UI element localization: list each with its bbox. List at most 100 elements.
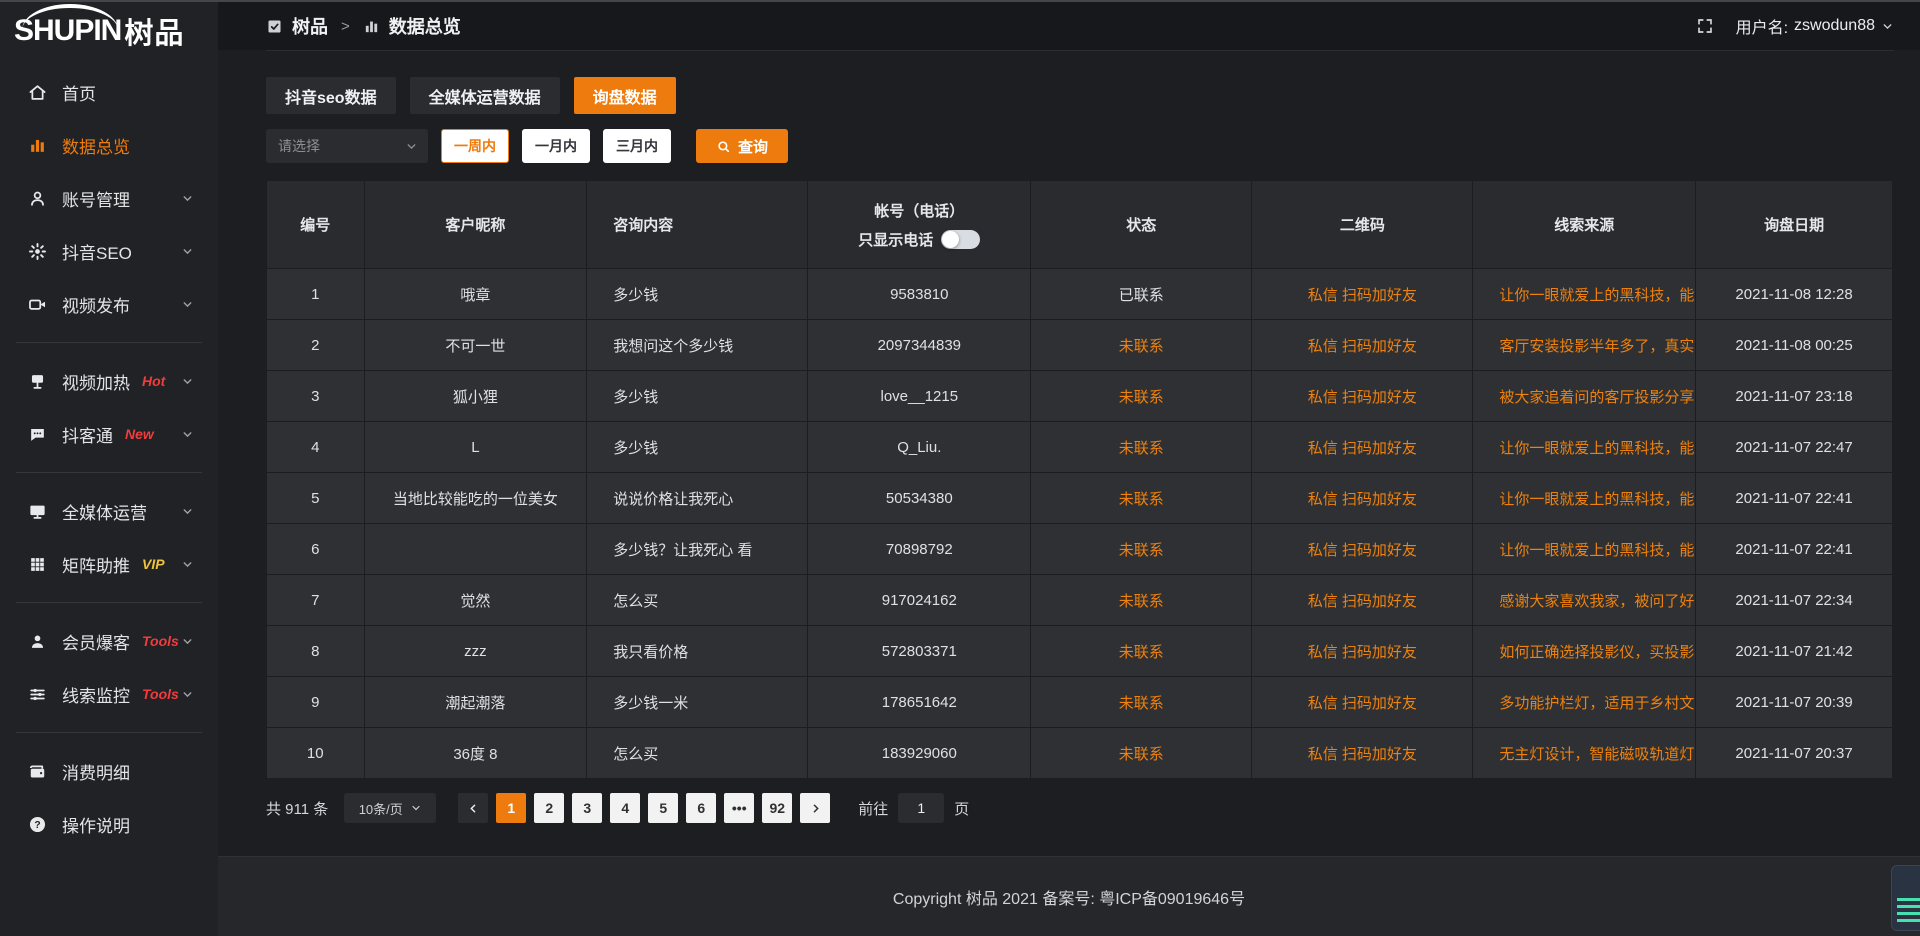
source-link[interactable]: 无主灯设计，智能磁吸轨道灯...: [1473, 728, 1696, 779]
qrcode-link[interactable]: 私信 扫码加好友: [1252, 422, 1473, 473]
hot-badge: Hot: [142, 373, 165, 389]
page-button-3[interactable]: 3: [572, 793, 602, 823]
phone-only-toggle[interactable]: [941, 230, 980, 249]
username-label: 用户名:: [1736, 14, 1788, 38]
goto-suffix: 页: [954, 798, 969, 819]
sidebar-nav: 首页 数据总览 账号管理 抖音: [0, 70, 218, 846]
page-button-2[interactable]: 2: [534, 793, 564, 823]
cell-account: 9583810: [808, 269, 1031, 320]
cell-nickname: 不可一世: [364, 320, 587, 371]
range-one-month-button[interactable]: 一月内: [522, 129, 590, 163]
tab-inquiry-data[interactable]: 询盘数据: [574, 77, 676, 114]
main-column: 树品 > 数据总览 用户名: zswodun88: [218, 0, 1920, 936]
svg-text:?: ?: [34, 820, 40, 831]
sidebar-item-doukettong[interactable]: 抖客通 New: [0, 412, 218, 456]
source-link[interactable]: 让你一眼就爱上的黑科技，能...: [1473, 524, 1696, 575]
cell-content: 说说价格让我死心: [587, 473, 808, 524]
chevron-down-icon: [181, 192, 194, 205]
table-header-row: 编号 客户昵称 咨询内容 帐号（电话） 只显示电话 状态 二维码 线索来源: [267, 181, 1893, 269]
qrcode-link[interactable]: 私信 扫码加好友: [1252, 677, 1473, 728]
cell-id: 10: [267, 728, 365, 779]
account-select[interactable]: 请选择: [266, 129, 428, 163]
page-button-1[interactable]: 1: [496, 793, 526, 823]
sidebar-divider: [16, 472, 202, 473]
tab-omnimedia-data[interactable]: 全媒体运营数据: [410, 77, 560, 114]
goto-page-input[interactable]: 1: [898, 793, 944, 823]
sidebar-item-matrix-boost[interactable]: 矩阵助推 VIP: [0, 542, 218, 586]
sliders-icon: [27, 684, 47, 704]
sidebar-item-member-tools[interactable]: 会员爆客 Tools: [0, 619, 218, 663]
floating-widget[interactable]: [1891, 865, 1920, 931]
page-size-select[interactable]: 10条/页: [344, 793, 436, 823]
qrcode-link[interactable]: 私信 扫码加好友: [1252, 575, 1473, 626]
col-header-account-title: 帐号（电话）: [808, 200, 1030, 221]
source-link[interactable]: 客厅安装投影半年多了，真实...: [1473, 320, 1696, 371]
chevron-down-icon: [410, 802, 422, 814]
cell-account: 183929060: [808, 728, 1031, 779]
source-link[interactable]: 如何正确选择投影仪，买投影...: [1473, 626, 1696, 677]
status-badge: 未联系: [1031, 320, 1252, 371]
page-footer: Copyright 树品 2021 备案号: 粤ICP备09019646号: [218, 856, 1920, 936]
person-icon: [27, 631, 47, 651]
source-link[interactable]: 让你一眼就爱上的黑科技，能...: [1473, 269, 1696, 320]
screen-stand-icon: [27, 371, 47, 391]
table-row: 7 觉然 怎么买 917024162 未联系 私信 扫码加好友 感谢大家喜欢我家…: [267, 575, 1893, 626]
app-root: SHUPIN 树品 首页 数据总览 账号管理: [0, 0, 1920, 936]
source-link[interactable]: 感谢大家喜欢我家，被问了好...: [1473, 575, 1696, 626]
sidebar-item-label: 视频加热: [62, 369, 130, 394]
page-ellipsis-button[interactable]: •••: [724, 793, 754, 823]
sidebar-item-label: 全媒体运营: [62, 499, 147, 524]
cell-id: 3: [267, 371, 365, 422]
sidebar-item-omnimedia[interactable]: 全媒体运营: [0, 489, 218, 533]
sidebar-item-lead-monitor[interactable]: 线索监控 Tools: [0, 672, 218, 716]
table-row: 10 36度 8 怎么买 183929060 未联系 私信 扫码加好友 无主灯设…: [267, 728, 1893, 779]
qrcode-link[interactable]: 私信 扫码加好友: [1252, 728, 1473, 779]
next-page-button[interactable]: [800, 793, 830, 823]
qrcode-link[interactable]: 私信 扫码加好友: [1252, 320, 1473, 371]
page-button-92[interactable]: 92: [762, 793, 792, 823]
cell-id: 7: [267, 575, 365, 626]
source-link[interactable]: 让你一眼就爱上的黑科技，能...: [1473, 473, 1696, 524]
sidebar-item-video-publish[interactable]: 视频发布: [0, 282, 218, 326]
chevron-down-icon: [181, 688, 194, 701]
range-three-month-button[interactable]: 三月内: [603, 129, 671, 163]
source-link[interactable]: 多功能护栏灯，适用于乡村文...: [1473, 677, 1696, 728]
page-button-5[interactable]: 5: [648, 793, 678, 823]
qrcode-link[interactable]: 私信 扫码加好友: [1252, 473, 1473, 524]
cell-id: 5: [267, 473, 365, 524]
cell-date: 2021-11-07 20:37: [1696, 728, 1893, 779]
chevron-down-icon: [405, 140, 418, 153]
sidebar-item-consumption-detail[interactable]: 消费明细: [0, 749, 218, 793]
cell-date: 2021-11-07 21:42: [1696, 626, 1893, 677]
inquiry-table: 编号 客户昵称 咨询内容 帐号（电话） 只显示电话 状态 二维码 线索来源: [266, 180, 1893, 779]
tab-douyin-seo-data[interactable]: 抖音seo数据: [266, 77, 396, 114]
source-link[interactable]: 让你一眼就爱上的黑科技，能...: [1473, 422, 1696, 473]
user-menu[interactable]: 用户名: zswodun88: [1736, 14, 1894, 38]
sidebar-item-label: 抖客通: [62, 422, 113, 447]
page-button-4[interactable]: 4: [610, 793, 640, 823]
qrcode-link[interactable]: 私信 扫码加好友: [1252, 626, 1473, 677]
prev-page-button[interactable]: [458, 793, 488, 823]
sidebar-item-douyin-seo[interactable]: 抖音SEO: [0, 229, 218, 273]
phone-only-label: 只显示电话: [858, 229, 933, 250]
qrcode-link[interactable]: 私信 扫码加好友: [1252, 269, 1473, 320]
sidebar-item-home[interactable]: 首页: [0, 70, 218, 114]
range-one-week-button[interactable]: 一周内: [441, 129, 509, 163]
query-button[interactable]: 查询: [696, 129, 788, 163]
qrcode-link[interactable]: 私信 扫码加好友: [1252, 371, 1473, 422]
qrcode-link[interactable]: 私信 扫码加好友: [1252, 524, 1473, 575]
source-link[interactable]: 被大家追着问的客厅投影分享...: [1473, 371, 1696, 422]
fullscreen-icon[interactable]: [1696, 17, 1714, 35]
topbar: 树品 > 数据总览 用户名: zswodun88: [218, 0, 1920, 50]
sidebar-item-video-heat[interactable]: 视频加热 Hot: [0, 359, 218, 403]
cell-id: 1: [267, 269, 365, 320]
cell-content: 多少钱？让我死心 看: [587, 524, 808, 575]
breadcrumb-root[interactable]: 树品: [292, 13, 328, 39]
sidebar-item-account-management[interactable]: 账号管理: [0, 176, 218, 220]
tools-badge: Tools: [142, 686, 179, 702]
sidebar-item-instructions[interactable]: ? 操作说明: [0, 802, 218, 846]
chevron-down-icon: [181, 428, 194, 441]
page-button-6[interactable]: 6: [686, 793, 716, 823]
sidebar-item-data-overview[interactable]: 数据总览: [0, 123, 218, 167]
vip-badge: VIP: [142, 556, 165, 572]
